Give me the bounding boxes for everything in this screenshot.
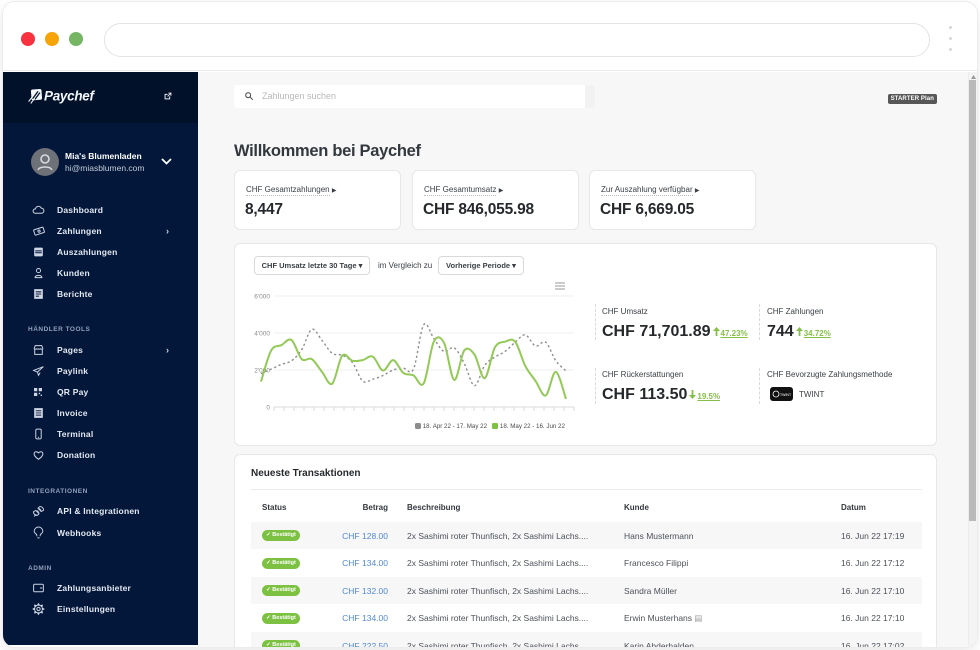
svg-text:4'000: 4'000	[254, 331, 270, 338]
svg-text:0: 0	[266, 405, 270, 412]
svg-text:6'000: 6'000	[254, 294, 270, 301]
svg-text:Paychef: Paychef	[44, 89, 95, 104]
svg-text:TWINT: TWINT	[780, 393, 792, 397]
